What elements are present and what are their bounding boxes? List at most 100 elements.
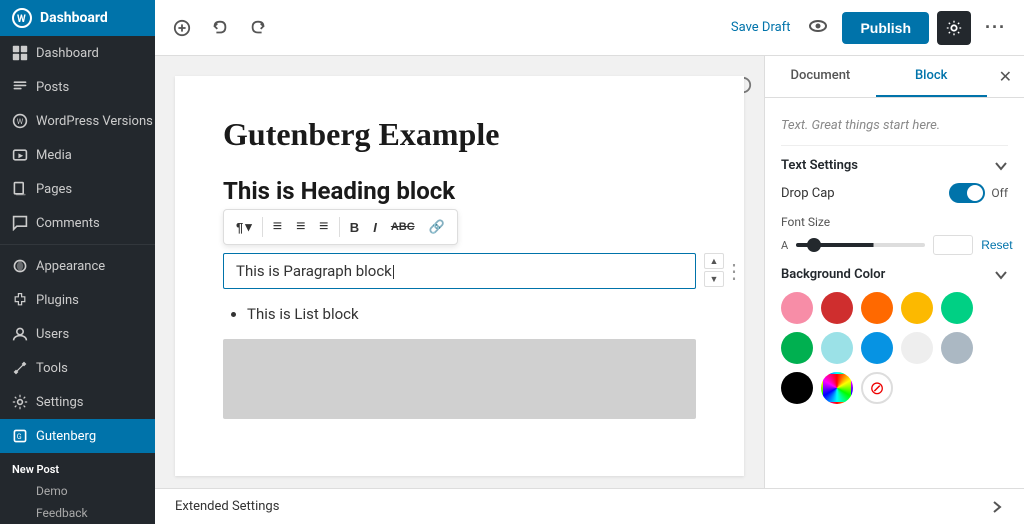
- settings-button[interactable]: [937, 11, 971, 45]
- sidebar-logo-label: Dashboard: [40, 10, 108, 26]
- undo-button[interactable]: [205, 13, 235, 43]
- color-swatch-yellow[interactable]: [901, 292, 933, 324]
- image-placeholder: [223, 339, 696, 419]
- font-size-small-a: A: [781, 239, 788, 252]
- drop-cap-state: Off: [991, 186, 1008, 200]
- paragraph-block[interactable]: This is Paragraph block: [223, 253, 696, 289]
- chevron-down-icon: ▾: [245, 219, 252, 235]
- sidebar-item-gutenberg[interactable]: G Gutenberg: [0, 419, 155, 453]
- sidebar-item-pages[interactable]: Pages: [0, 172, 155, 206]
- sidebar-item-comments[interactable]: Comments: [0, 206, 155, 240]
- font-size-label: Font Size: [781, 215, 1008, 229]
- background-color-title[interactable]: Background Color: [781, 267, 1008, 282]
- color-swatch-orange[interactable]: [861, 292, 893, 324]
- sidebar-item-label: Media: [36, 148, 72, 163]
- color-swatch-gradient[interactable]: [821, 372, 853, 404]
- color-swatch-none[interactable]: ⊘: [861, 372, 893, 404]
- extended-settings-bar[interactable]: Extended Settings: [155, 488, 1024, 524]
- panel-close-button[interactable]: ✕: [987, 59, 1024, 95]
- editor-title[interactable]: Gutenberg Example: [223, 116, 696, 153]
- wp-icon: W: [12, 113, 28, 129]
- text-settings-label: Text Settings: [781, 158, 858, 173]
- toolbar-separator: [262, 217, 263, 237]
- tab-block[interactable]: Block: [876, 56, 987, 97]
- block-nav: ▲ ▼: [704, 253, 724, 287]
- text-settings-section[interactable]: Text Settings: [781, 158, 1008, 173]
- add-block-button[interactable]: [167, 13, 197, 43]
- tab-document[interactable]: Document: [765, 56, 876, 97]
- color-swatch-green-light[interactable]: [941, 292, 973, 324]
- panel-body: Text. Great things start here. Text Sett…: [765, 98, 1024, 488]
- paragraph-style-button[interactable]: ¶ ▾: [230, 215, 258, 239]
- font-size-slider[interactable]: [796, 243, 925, 247]
- sidebar-item-wp-versions[interactable]: W WordPress Versions: [0, 104, 155, 138]
- more-options-button[interactable]: ···: [979, 11, 1012, 44]
- undo-icon: [211, 19, 229, 37]
- sidebar: W Dashboard Dashboard Posts W WordPress …: [0, 0, 155, 524]
- sidebar-item-media[interactable]: Media: [0, 138, 155, 172]
- align-left-button[interactable]: ≡: [267, 214, 288, 240]
- dashboard-icon: [12, 45, 28, 61]
- list-block: This is List block: [247, 305, 696, 323]
- align-center-button[interactable]: ≡: [290, 214, 311, 240]
- editor-heading[interactable]: This is Heading block: [223, 177, 696, 205]
- color-swatch-pink[interactable]: [781, 292, 813, 324]
- color-swatch-black[interactable]: [781, 372, 813, 404]
- toggle-thumb: [967, 185, 983, 201]
- block-down-button[interactable]: ▼: [704, 271, 724, 287]
- sidebar-item-label: Settings: [36, 395, 83, 410]
- drop-cap-toggle[interactable]: Off: [949, 183, 1008, 203]
- background-color-label: Background Color: [781, 267, 885, 282]
- block-up-button[interactable]: ▲: [704, 253, 724, 269]
- sidebar-item-label: Comments: [36, 216, 100, 231]
- svg-text:G: G: [17, 432, 22, 441]
- redo-button[interactable]: [243, 13, 273, 43]
- color-swatch-green[interactable]: [781, 332, 813, 364]
- link-button[interactable]: 🔗: [423, 215, 451, 239]
- color-swatch-blue-light[interactable]: [821, 332, 853, 364]
- font-size-input[interactable]: [933, 235, 973, 255]
- redo-icon: [249, 19, 267, 37]
- panel-placeholder: Text. Great things start here.: [781, 110, 1008, 146]
- formatting-toolbar: ¶ ▾ ≡ ≡ ≡ B I ABC 🔗: [223, 209, 458, 245]
- publish-button[interactable]: Publish: [842, 12, 929, 44]
- save-draft-link[interactable]: Save Draft: [731, 20, 791, 35]
- users-icon: [12, 326, 28, 342]
- sidebar-item-dashboard[interactable]: Dashboard: [0, 36, 155, 70]
- sidebar-item-label: Plugins: [36, 293, 79, 308]
- sidebar-item-settings[interactable]: Settings: [0, 385, 155, 419]
- sidebar-sub-feedback[interactable]: Feedback: [0, 502, 155, 524]
- font-size-reset-button[interactable]: Reset: [981, 238, 1012, 252]
- sidebar-logo[interactable]: W Dashboard: [0, 0, 155, 36]
- sidebar-section-label: New Post: [0, 453, 155, 480]
- strikethrough-button[interactable]: ABC: [385, 217, 421, 237]
- chevron-right-icon: [990, 500, 1004, 514]
- sidebar-item-users[interactable]: Users: [0, 317, 155, 351]
- background-color-section: Background Color: [781, 267, 1008, 404]
- sidebar-item-appearance[interactable]: Appearance: [0, 249, 155, 283]
- color-swatch-blue[interactable]: [861, 332, 893, 364]
- italic-button[interactable]: I: [367, 216, 383, 239]
- drop-cap-label: Drop Cap: [781, 186, 835, 201]
- sidebar-item-label: Appearance: [36, 259, 105, 274]
- preview-button[interactable]: [802, 10, 834, 45]
- color-swatch-red[interactable]: [821, 292, 853, 324]
- text-cursor: [393, 265, 394, 279]
- sidebar-item-tools[interactable]: Tools: [0, 351, 155, 385]
- sidebar-item-plugins[interactable]: Plugins: [0, 283, 155, 317]
- list-item[interactable]: This is List block: [247, 305, 696, 323]
- editor-area[interactable]: i Gutenberg Example This is Heading bloc…: [155, 56, 764, 488]
- sidebar-item-posts[interactable]: Posts: [0, 70, 155, 104]
- color-swatch-gray[interactable]: [941, 332, 973, 364]
- toggle-track[interactable]: [949, 183, 985, 203]
- paragraph-symbol: ¶: [236, 220, 243, 235]
- sidebar-item-label: Posts: [36, 80, 69, 95]
- sidebar-sub-demo[interactable]: Demo: [0, 480, 155, 502]
- block-options-button[interactable]: ⋮: [724, 261, 744, 281]
- align-right-button[interactable]: ≡: [313, 214, 334, 240]
- drop-cap-row: Drop Cap Off: [781, 183, 1008, 203]
- sidebar-item-label: Tools: [36, 361, 68, 376]
- color-swatch-gray-light[interactable]: [901, 332, 933, 364]
- bold-button[interactable]: B: [344, 216, 365, 239]
- main-area: Save Draft Publish ··· i Gutenberg Examp…: [155, 0, 1024, 524]
